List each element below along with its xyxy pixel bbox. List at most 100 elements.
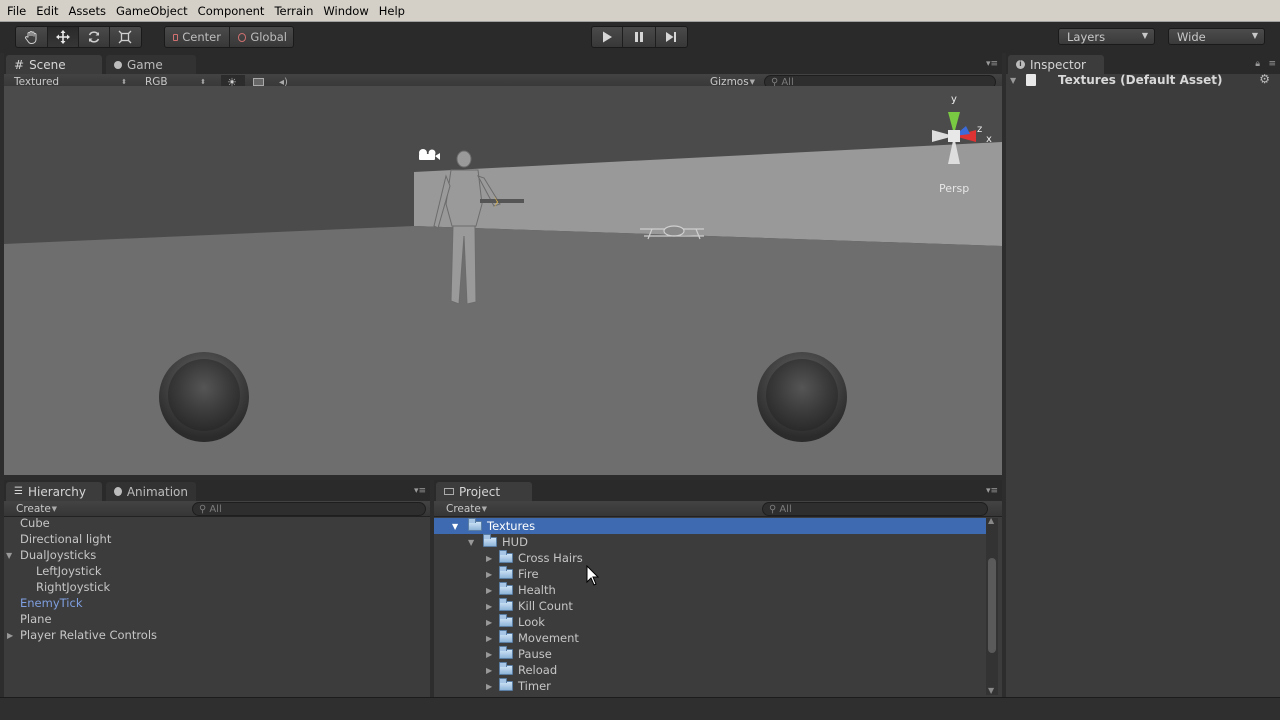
panel-menu-icon[interactable]: ▾≡ bbox=[986, 486, 998, 496]
hierarchy-item-plane[interactable]: Plane bbox=[20, 611, 52, 627]
tab-animation[interactable]: Animation bbox=[106, 482, 196, 501]
project-folder-textures[interactable]: ▼ Textures bbox=[434, 518, 986, 534]
hierarchy-item-player-relative-controls[interactable]: Player Relative Controls bbox=[20, 627, 157, 643]
hierarchy-item-directional-light[interactable]: Directional light bbox=[20, 531, 111, 547]
menu-file[interactable]: File bbox=[0, 4, 31, 18]
scroll-up-icon[interactable]: ▲ bbox=[988, 516, 994, 525]
hierarchy-item-cube[interactable]: Cube bbox=[20, 515, 50, 531]
panel-menu-icon[interactable]: ≡ bbox=[1268, 59, 1276, 69]
pause-icon[interactable] bbox=[623, 27, 656, 47]
collapse-arrow-icon[interactable]: ▼ bbox=[1010, 76, 1016, 85]
step-icon[interactable] bbox=[656, 27, 687, 47]
project-folder-item[interactable]: ▶ Reload bbox=[434, 662, 986, 678]
expanded-arrow-icon[interactable]: ▼ bbox=[452, 522, 458, 531]
scene-viewport[interactable]: y z x Persp bbox=[4, 86, 1002, 475]
folder-icon bbox=[499, 678, 513, 691]
menu-help[interactable]: Help bbox=[374, 4, 410, 18]
collapsed-arrow-icon[interactable]: ▶ bbox=[486, 634, 492, 643]
project-folder-hud[interactable]: ▼ HUD bbox=[434, 534, 986, 550]
menu-terrain[interactable]: Terrain bbox=[269, 4, 318, 18]
updown-arrow-icon: ⬍ bbox=[121, 78, 127, 86]
panel-menu-icon[interactable]: ▾≡ bbox=[414, 486, 426, 496]
collapsed-arrow-icon[interactable]: ▶ bbox=[486, 650, 492, 659]
layers-dropdown[interactable]: Layers ▼ bbox=[1058, 28, 1155, 45]
mouse-cursor-icon bbox=[586, 565, 600, 586]
menu-window[interactable]: Window bbox=[318, 4, 373, 18]
dropdown-arrow-icon: ▼ bbox=[481, 505, 487, 513]
project-folder-item[interactable]: ▶ Movement bbox=[434, 630, 986, 646]
project-folder-item[interactable]: ▶ Pause bbox=[434, 646, 986, 662]
hand-icon[interactable] bbox=[16, 27, 48, 47]
play-icon[interactable] bbox=[592, 27, 624, 47]
hierarchy-item-rightjoystick[interactable]: RightJoystick bbox=[36, 579, 110, 595]
dropdown-arrow-icon: ▼ bbox=[1141, 31, 1148, 40]
tab-game[interactable]: Game bbox=[106, 55, 196, 74]
collapsed-arrow-icon[interactable]: ▶ bbox=[486, 554, 492, 563]
project-folder-label: Reload bbox=[518, 663, 558, 677]
playback-controls bbox=[591, 26, 688, 48]
menu-assets[interactable]: Assets bbox=[64, 4, 111, 18]
move-icon[interactable] bbox=[47, 27, 79, 47]
inspector-header: ▼ Textures (Default Asset) ⚙ bbox=[1006, 72, 1280, 94]
search-icon: ⚲ bbox=[769, 503, 777, 515]
dropdown-arrow-icon: ▼ bbox=[749, 78, 755, 86]
space-global-button[interactable]: Global bbox=[230, 27, 293, 47]
tab-project[interactable]: Project bbox=[436, 482, 532, 501]
project-search-input[interactable]: ⚲ All bbox=[762, 502, 988, 516]
hierarchy-search-placeholder: All bbox=[209, 503, 222, 515]
collapsed-arrow-icon[interactable]: ▶ bbox=[486, 618, 492, 627]
inspector-title: Textures (Default Asset) bbox=[1058, 73, 1223, 87]
project-folder-item[interactable]: ▶ Kill Count bbox=[434, 598, 986, 614]
lock-icon[interactable]: 🔒︎ bbox=[1255, 59, 1260, 69]
collapsed-arrow-icon[interactable]: ▶ bbox=[486, 570, 492, 579]
collapsed-arrow-icon[interactable]: ▶ bbox=[7, 631, 13, 640]
tab-scene[interactable]: # Scene bbox=[6, 55, 102, 74]
status-bar bbox=[0, 697, 1280, 720]
hierarchy-item-leftjoystick[interactable]: LeftJoystick bbox=[36, 563, 102, 579]
project-folder-label: Cross Hairs bbox=[518, 551, 583, 565]
pivot-icon bbox=[173, 33, 179, 41]
project-folder-item[interactable]: ▶ Health bbox=[434, 582, 986, 598]
layout-dropdown[interactable]: Wide ▼ bbox=[1168, 28, 1265, 45]
scene-grid-icon: # bbox=[14, 57, 25, 72]
left-joystick bbox=[159, 352, 249, 442]
expanded-arrow-icon[interactable]: ▼ bbox=[468, 538, 474, 547]
scroll-down-icon[interactable]: ▼ bbox=[988, 686, 994, 695]
collapsed-arrow-icon[interactable]: ▶ bbox=[486, 666, 492, 675]
menu-component[interactable]: Component bbox=[193, 4, 270, 18]
project-folder-label: Kill Count bbox=[518, 599, 573, 613]
project-folder-item[interactable]: ▶ Timer bbox=[434, 678, 986, 694]
collapsed-arrow-icon[interactable]: ▶ bbox=[486, 682, 492, 691]
persp-label[interactable]: Persp bbox=[939, 182, 969, 195]
project-folder-label: Look bbox=[518, 615, 545, 629]
project-create-dropdown[interactable]: Create ▼ bbox=[440, 502, 490, 516]
project-folder-item[interactable]: ▶ Fire bbox=[434, 566, 986, 582]
right-joystick bbox=[757, 352, 847, 442]
rotate-icon[interactable] bbox=[79, 27, 110, 47]
scrollbar-thumb[interactable] bbox=[988, 558, 996, 653]
expanded-arrow-icon[interactable]: ▼ bbox=[6, 551, 12, 560]
project-folder-item[interactable]: ▶ Look bbox=[434, 614, 986, 630]
folder-icon bbox=[499, 646, 513, 659]
project-scrollbar[interactable]: ▲ ▼ bbox=[986, 516, 998, 695]
project-create-label: Create bbox=[446, 503, 481, 515]
panel-menu-icon[interactable]: ▾≡ bbox=[986, 59, 998, 69]
hierarchy-search-input[interactable]: ⚲ All bbox=[192, 502, 426, 516]
folder-icon bbox=[468, 518, 482, 531]
tab-inspector[interactable]: i Inspector bbox=[1008, 55, 1104, 74]
hierarchy-item-enemytick[interactable]: EnemyTick bbox=[20, 595, 83, 611]
menu-edit[interactable]: Edit bbox=[31, 4, 63, 18]
hierarchy-tabstrip: ☰ Hierarchy Animation ▾≡ bbox=[4, 480, 430, 501]
collapsed-arrow-icon[interactable]: ▶ bbox=[486, 602, 492, 611]
scale-icon[interactable] bbox=[110, 27, 141, 47]
project-folder-item[interactable]: ▶ Cross Hairs bbox=[434, 550, 986, 566]
project-tree: ▼ Textures ▼ HUD ▶ Cross Hairs ▶ Fire ▶ Healt… bbox=[434, 518, 986, 697]
pivot-center-button[interactable]: Center bbox=[165, 27, 230, 47]
gear-icon[interactable]: ⚙ bbox=[1259, 72, 1270, 86]
tab-hierarchy-label: Hierarchy bbox=[27, 484, 86, 499]
menu-gameobject[interactable]: GameObject bbox=[111, 4, 193, 18]
hierarchy-create-dropdown[interactable]: Create ▼ bbox=[10, 502, 60, 516]
tab-hierarchy[interactable]: ☰ Hierarchy bbox=[6, 482, 102, 501]
collapsed-arrow-icon[interactable]: ▶ bbox=[486, 586, 492, 595]
hierarchy-item-dualjoysticks[interactable]: DualJoysticks bbox=[20, 547, 96, 563]
